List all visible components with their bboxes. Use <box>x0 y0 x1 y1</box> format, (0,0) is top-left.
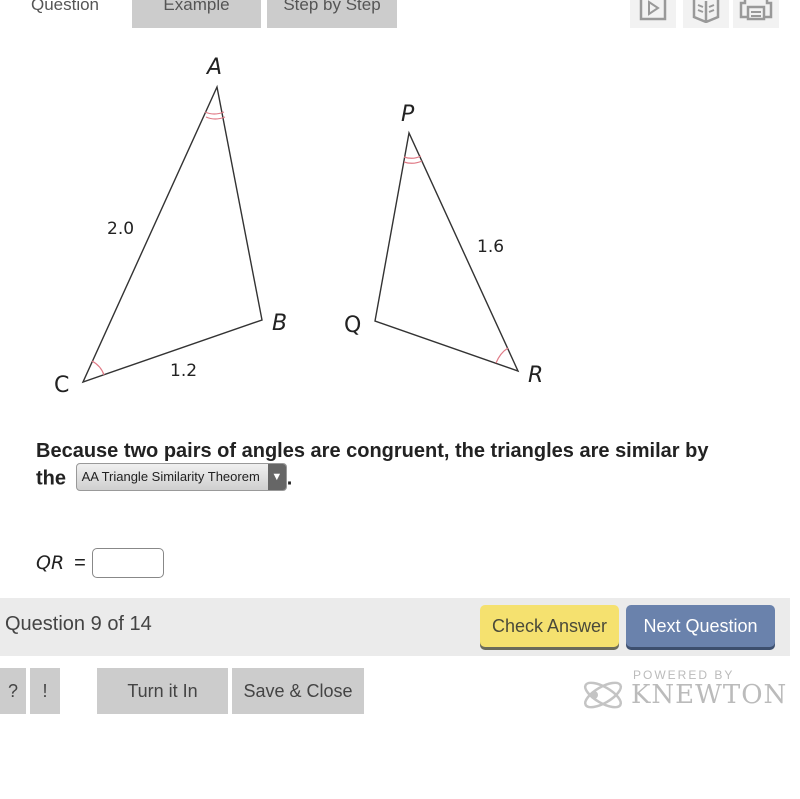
qr-answer-input[interactable] <box>91 548 164 578</box>
print-icon <box>739 0 773 21</box>
angle-c-arc <box>91 360 105 376</box>
side-label-ac: 2.0 <box>107 219 134 239</box>
angle-a-arc-outer <box>204 111 225 115</box>
triangle-abc: A B C 2.0 1.2 <box>54 55 287 398</box>
knewton-wordmark: KNEWTON <box>631 680 788 710</box>
theorem-select-value: AA Triangle Similarity Theorem <box>81 469 260 484</box>
angle-p-arc-inner <box>403 160 423 164</box>
vertex-label-a: A <box>205 55 222 80</box>
side-label-cb: 1.2 <box>170 361 197 381</box>
angle-p-arc-outer <box>403 155 422 159</box>
vertex-label-c: C <box>54 373 69 398</box>
print-button[interactable] <box>733 0 779 28</box>
side-label-pr: 1.6 <box>477 237 504 257</box>
triangle-pqr: P Q R 1.6 <box>344 102 543 388</box>
answer-row: QR = <box>36 548 164 578</box>
open-book-icon <box>692 0 720 23</box>
vertex-label-p: P <box>401 102 415 127</box>
question-current: 9 <box>90 613 102 635</box>
dropdown-arrow-icon: ▼ <box>267 464 286 490</box>
question-period: . <box>286 467 293 490</box>
video-button[interactable] <box>630 0 676 28</box>
atom-icon <box>583 681 623 709</box>
save-close-button[interactable]: Save & Close <box>232 668 364 714</box>
textbook-button[interactable] <box>683 0 729 28</box>
vertex-label-q: Q <box>344 313 361 338</box>
question-status-bar: Question 9 of 14 Check Answer Next Quest… <box>0 598 790 656</box>
play-video-icon <box>639 0 667 21</box>
question-counter: Question 9 of 14 <box>5 613 152 636</box>
tab-question[interactable]: Question <box>0 0 130 28</box>
question-the: the <box>36 467 66 490</box>
triangles-figure: A B C 2.0 1.2 P Q R 1.6 <box>54 55 543 398</box>
report-problem-button[interactable]: ! <box>30 668 60 714</box>
question-text: Because two pairs of angles are congruen… <box>36 438 716 493</box>
answer-equals: = <box>74 551 86 574</box>
question-total: of 14 <box>107 613 152 635</box>
tab-example[interactable]: Example <box>132 0 261 28</box>
help-button[interactable]: ? <box>0 668 26 714</box>
vertex-label-b: B <box>272 311 287 336</box>
turn-it-in-button[interactable]: Turn it In <box>97 668 228 714</box>
next-question-button[interactable]: Next Question <box>626 605 775 647</box>
theorem-select[interactable]: AA Triangle Similarity Theorem ▼ <box>75 463 287 491</box>
question-word: Question <box>5 613 86 635</box>
check-answer-button[interactable]: Check Answer <box>480 605 619 647</box>
question-sentence: Because two pairs of angles are congruen… <box>36 440 709 462</box>
tab-step-by-step[interactable]: Step by Step <box>267 0 397 28</box>
angle-r-arc <box>495 347 509 364</box>
vertex-label-r: R <box>528 363 543 388</box>
answer-label: QR <box>36 552 65 574</box>
knewton-logo: POWERED BY KNEWTON <box>578 668 788 718</box>
